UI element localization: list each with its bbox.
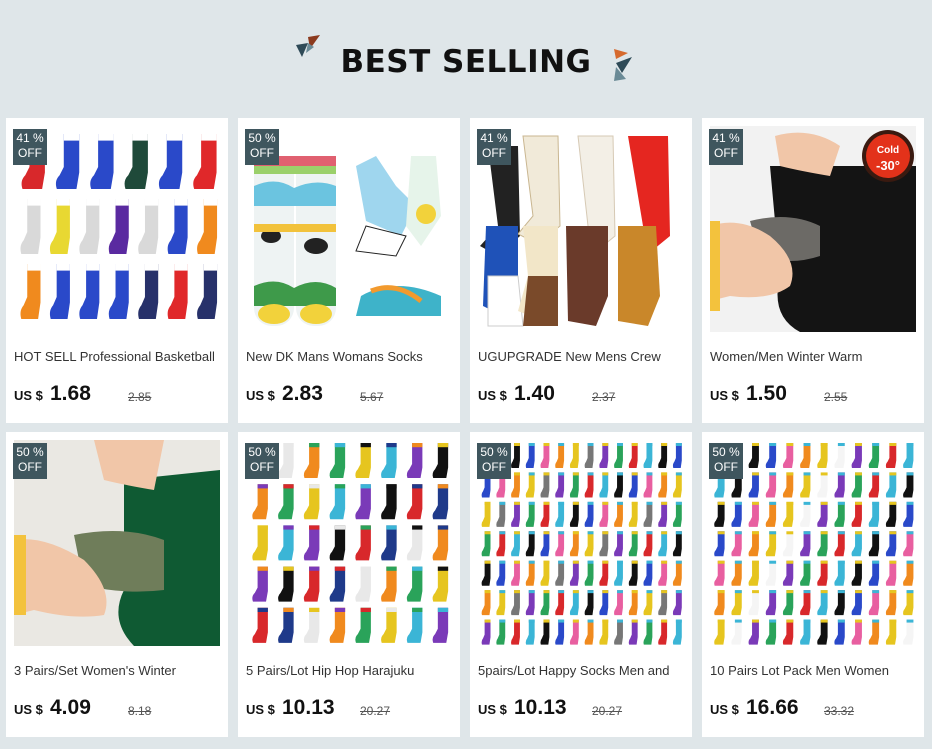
- discount-pct: 41 %: [712, 131, 740, 145]
- discount-badge: 41 % OFF: [709, 129, 743, 165]
- discount-badge: 50 % OFF: [245, 129, 279, 165]
- discount-pct: 50 %: [712, 445, 740, 459]
- product-title[interactable]: 5 Pairs/Lot Hip Hop Harajuku: [246, 663, 456, 678]
- discount-badge: 50 % OFF: [245, 443, 279, 479]
- product-title[interactable]: New DK Mans Womans Socks: [246, 349, 456, 364]
- product-title[interactable]: 5pairs/Lot Happy Socks Men and: [478, 663, 688, 678]
- discount-badge: 50 % OFF: [477, 443, 511, 479]
- currency-label: US $: [14, 388, 43, 403]
- price: 1.40: [514, 382, 555, 405]
- price: 16.66: [746, 696, 799, 719]
- price: 1.68: [50, 382, 91, 405]
- decor-right-icon: [614, 49, 632, 81]
- discount-pct: 50 %: [248, 131, 276, 145]
- discount-label: OFF: [482, 460, 506, 474]
- price: 10.13: [514, 696, 567, 719]
- discount-badge: 50 % OFF: [709, 443, 743, 479]
- product-card[interactable]: 41 % OFF UGUPGRADE New Mens Crew US $ 1.4…: [470, 118, 692, 423]
- currency-label: US $: [710, 388, 739, 403]
- product-card[interactable]: 41 % OFF HOT SELL Professional Basketball…: [6, 118, 228, 423]
- old-price: 20.27: [592, 704, 623, 718]
- discount-label: OFF: [250, 460, 274, 474]
- discount-pct: 50 %: [16, 445, 44, 459]
- discount-badge: 41 % OFF: [477, 129, 511, 165]
- old-price: 2.37: [592, 390, 616, 404]
- discount-label: OFF: [250, 146, 274, 160]
- page-title: BEST SELLING: [340, 44, 592, 80]
- old-price: 5.67: [360, 390, 384, 404]
- old-price: 20.27: [360, 704, 391, 718]
- discount-pct: 41 %: [16, 131, 44, 145]
- discount-pct: 50 %: [248, 445, 276, 459]
- product-title[interactable]: 10 Pairs Lot Pack Men Women: [710, 663, 920, 678]
- product-title[interactable]: HOT SELL Professional Basketball: [14, 349, 224, 364]
- product-card[interactable]: 50 % OFF 5pairs/Lot Happy Socks Men and U…: [470, 432, 692, 737]
- discount-label: OFF: [482, 146, 506, 160]
- old-price: 33.32: [824, 704, 855, 718]
- old-price: 2.85: [128, 390, 152, 404]
- discount-pct: 50 %: [480, 445, 508, 459]
- currency-label: US $: [710, 702, 739, 717]
- discount-label: OFF: [18, 146, 42, 160]
- currency-label: US $: [14, 702, 43, 717]
- discount-label: OFF: [714, 146, 738, 160]
- product-card[interactable]: Cold -30° 41 % OFF Women/Men Winter Warm …: [702, 118, 924, 423]
- discount-label: OFF: [18, 460, 42, 474]
- currency-label: US $: [478, 702, 507, 717]
- price: 10.13: [282, 696, 335, 719]
- currency-label: US $: [246, 702, 275, 717]
- product-card[interactable]: 50 % OFF 5 Pairs/Lot Hip Hop Harajuku US …: [238, 432, 460, 737]
- product-title[interactable]: UGUPGRADE New Mens Crew: [478, 349, 688, 364]
- product-card[interactable]: 50 % OFF 10 Pairs Lot Pack Men Women US $…: [702, 432, 924, 737]
- currency-label: US $: [246, 388, 275, 403]
- cold-overlay-label: Cold: [877, 145, 899, 156]
- currency-label: US $: [478, 388, 507, 403]
- price: 4.09: [50, 696, 91, 719]
- discount-pct: 41 %: [480, 131, 508, 145]
- product-card[interactable]: 50 % OFF 3 Pairs/Set Women's Winter US $ …: [6, 432, 228, 737]
- cold-overlay-temp: -30°: [876, 158, 900, 173]
- section-header: BEST SELLING: [0, 0, 932, 118]
- discount-badge: 50 % OFF: [13, 443, 47, 479]
- product-card[interactable]: 50 % OFF New DK Mans Womans Socks US $ 2.…: [238, 118, 460, 423]
- product-title[interactable]: 3 Pairs/Set Women's Winter: [14, 663, 224, 678]
- old-price: 8.18: [128, 704, 152, 718]
- discount-label: OFF: [714, 460, 738, 474]
- discount-badge: 41 % OFF: [13, 129, 47, 165]
- price: 1.50: [746, 382, 787, 405]
- product-title[interactable]: Women/Men Winter Warm: [710, 349, 920, 364]
- price: 2.83: [282, 382, 323, 405]
- old-price: 2.55: [824, 390, 848, 404]
